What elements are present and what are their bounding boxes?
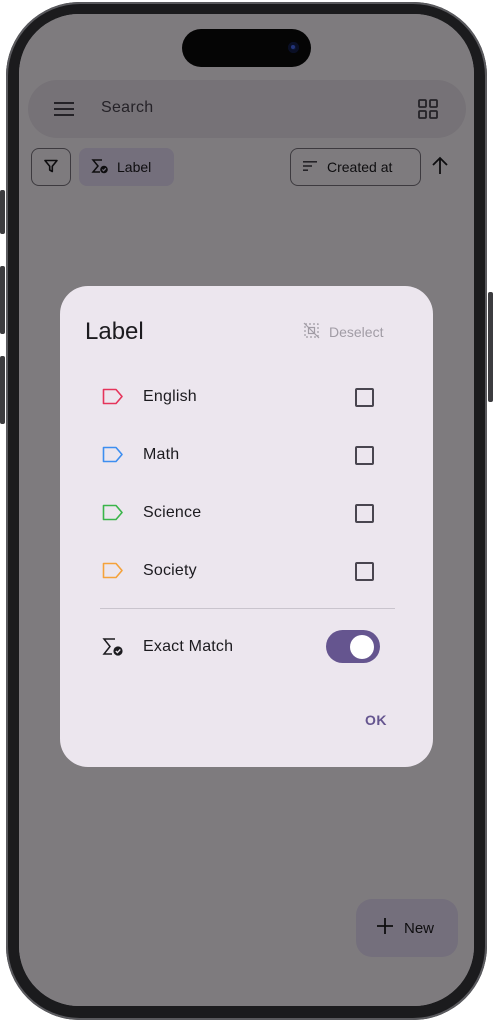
toggle-knob [350, 635, 374, 659]
deselect-icon [303, 322, 320, 342]
volume-up-button [0, 266, 5, 334]
deselect-button[interactable]: Deselect [303, 322, 383, 342]
label-option-society[interactable]: Society [100, 551, 390, 591]
label-checkbox[interactable] [355, 446, 374, 465]
exact-match-label: Exact Match [143, 638, 234, 655]
label-tag-icon [102, 562, 124, 584]
app-screen: Search Label Created at New Label [19, 14, 474, 1006]
label-option-english[interactable]: English [100, 377, 390, 417]
label-tag-icon [102, 388, 124, 410]
dialog-title: Label [85, 318, 144, 345]
label-checkbox[interactable] [355, 562, 374, 581]
label-option-name: Math [143, 446, 180, 463]
dynamic-island [182, 29, 311, 67]
volume-down-button [0, 356, 5, 424]
label-option-math[interactable]: Math [100, 435, 390, 475]
ok-button[interactable]: OK [365, 712, 387, 728]
exact-match-toggle[interactable] [326, 630, 380, 663]
label-option-science[interactable]: Science [100, 493, 390, 533]
deselect-label: Deselect [329, 324, 384, 340]
label-tag-icon [102, 446, 124, 468]
label-tag-icon [102, 504, 124, 526]
dialog-divider [100, 608, 395, 609]
action-button [0, 190, 5, 234]
label-option-name: Society [143, 562, 197, 579]
label-dialog: Label Deselect English Math Science Soci… [60, 286, 433, 767]
label-option-name: English [143, 388, 197, 405]
camera-icon [288, 42, 299, 53]
exact-match-sigma-icon [102, 637, 126, 662]
power-button [488, 292, 493, 402]
label-option-name: Science [143, 504, 202, 521]
label-checkbox[interactable] [355, 388, 374, 407]
label-checkbox[interactable] [355, 504, 374, 523]
